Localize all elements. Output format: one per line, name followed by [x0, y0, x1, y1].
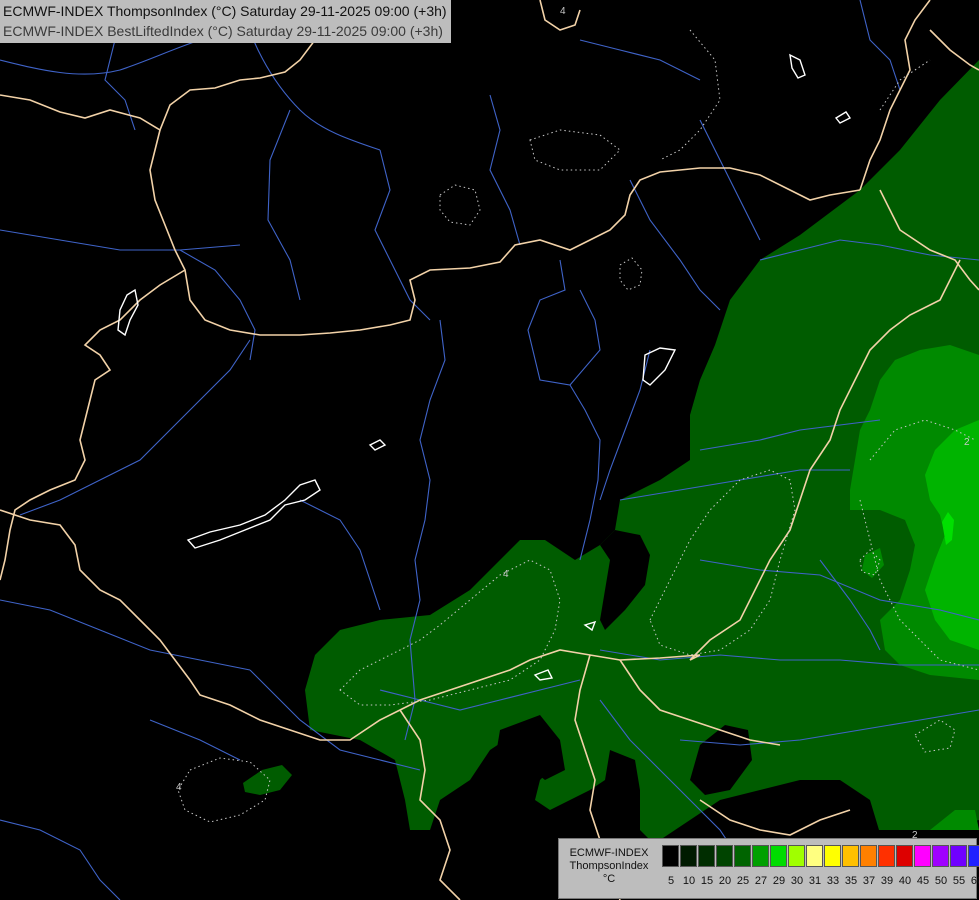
legend-tick: 37 [862, 875, 876, 887]
title-line-bestlifted: ECMWF-INDEX BestLiftedIndex (°C) Saturda… [3, 23, 443, 39]
legend-swatch [932, 845, 949, 867]
legend-tick: 30 [790, 875, 804, 887]
weather-map: 4 2 4 4 2 [0, 0, 979, 900]
legend-swatch [770, 845, 787, 867]
legend-swatch [950, 845, 967, 867]
legend-tick: 5 [667, 875, 675, 887]
contour-label: 4 [560, 6, 566, 17]
legend-swatch [716, 845, 733, 867]
legend-unit: °C [602, 873, 616, 885]
color-legend: ECMWF-INDEX ThompsonIndex °C 5 10 15 20 25 27… [558, 838, 979, 899]
legend-swatch [914, 845, 931, 867]
legend-tick: 45 [916, 875, 930, 887]
title-line-thompson: ECMWF-INDEX ThompsonIndex (°C) Saturday … [3, 3, 447, 19]
legend-tick: 27 [754, 875, 768, 887]
legend-tick: 50 [934, 875, 948, 887]
legend-swatch [662, 845, 679, 867]
legend-tick: 31 [808, 875, 822, 887]
legend-tick: 55 [952, 875, 966, 887]
legend-swatch [824, 845, 841, 867]
legend-swatch [788, 845, 805, 867]
legend-tick: 15 [700, 875, 714, 887]
legend-tick: 35 [844, 875, 858, 887]
map-title: ECMWF-INDEX ThompsonIndex (°C) Saturday … [0, 0, 451, 43]
legend-swatch [680, 845, 697, 867]
legend-tick: 40 [898, 875, 912, 887]
legend-tick: 39 [880, 875, 894, 887]
legend-swatch [752, 845, 769, 867]
legend-swatch [878, 845, 895, 867]
legend-swatch [968, 845, 979, 867]
contour-label: 4 [503, 569, 509, 580]
legend-swatch [842, 845, 859, 867]
legend-label: ECMWF-INDEX ThompsonIndex °C [563, 847, 655, 886]
legend-index: ThompsonIndex [569, 860, 649, 872]
legend-model: ECMWF-INDEX [569, 847, 649, 859]
legend-tick: 20 [718, 875, 732, 887]
contour-label: 4 [176, 782, 182, 793]
legend-tick: 60 [970, 875, 979, 887]
legend-tick: 10 [682, 875, 696, 887]
legend-swatch [860, 845, 877, 867]
legend-swatches [662, 845, 979, 867]
legend-ticks: 5 10 15 20 25 27 29 30 31 33 35 37 39 40 45 50 55 60 [666, 875, 979, 889]
legend-swatch [734, 845, 751, 867]
legend-swatch [806, 845, 823, 867]
legend-tick: 29 [772, 875, 786, 887]
legend-swatch [698, 845, 715, 867]
contour-label: 2 [964, 437, 970, 448]
legend-swatch [896, 845, 913, 867]
legend-tick: 25 [736, 875, 750, 887]
legend-tick: 33 [826, 875, 840, 887]
